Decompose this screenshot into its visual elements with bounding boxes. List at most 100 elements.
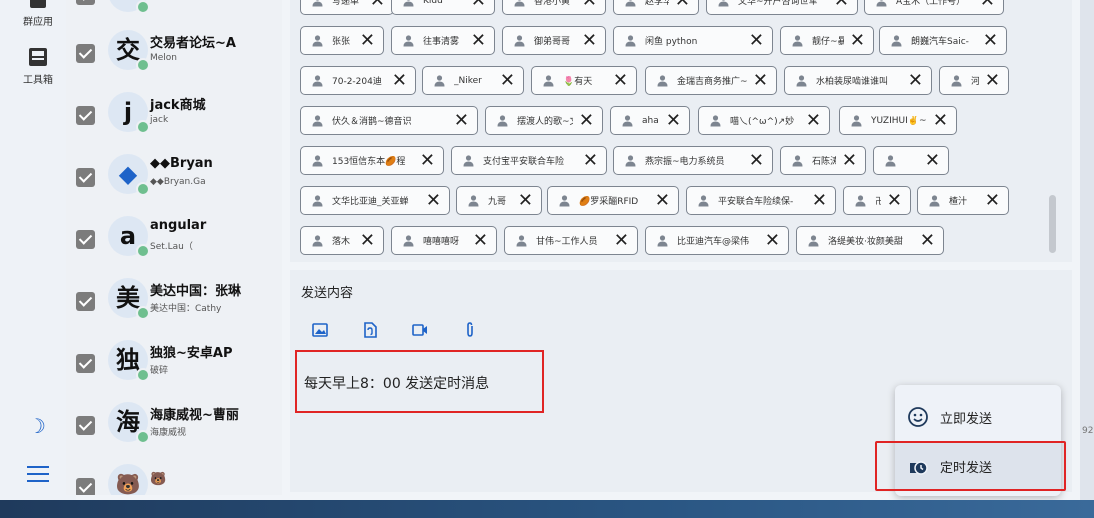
remove-icon[interactable]: ✕ [360, 31, 375, 50]
remove-icon[interactable]: ✕ [925, 151, 940, 170]
recipient-tag[interactable]: 文华比亚迪_关亚蝉 ✕ [300, 186, 450, 215]
remove-icon[interactable]: ✕ [579, 111, 594, 130]
recipient-tag[interactable]: 支付宝平安联合车险 ✕ [451, 146, 607, 175]
remove-icon[interactable]: ✕ [370, 0, 385, 10]
remove-icon[interactable]: ✕ [980, 0, 995, 10]
recipient-tag[interactable]: 落木 ✕ [300, 226, 384, 255]
remove-icon[interactable]: ✕ [753, 71, 768, 90]
contact-checkbox[interactable] [76, 230, 95, 249]
recipient-tag[interactable]: 往事清雾 ✕ [391, 26, 495, 55]
rail-item-toolbox[interactable]: 工具箱 [8, 46, 68, 86]
remove-icon[interactable]: ✕ [666, 111, 681, 130]
recipient-tag[interactable]: 153恒信东本🏉程 ✕ [300, 146, 444, 175]
recipient-tag[interactable]: A宝木（工作号） ✕ [864, 0, 1004, 15]
recipient-tag[interactable]: _Niker ✕ [422, 66, 524, 95]
recipient-tag[interactable]: 靓仔~暴鸡电竞 ✕ [780, 26, 874, 55]
contact-item[interactable]: 独 独狼~安卓AP 破碎 [66, 332, 282, 394]
menu-icon[interactable] [27, 466, 49, 487]
remove-icon[interactable]: ✕ [426, 191, 441, 210]
remove-icon[interactable]: ✕ [908, 71, 923, 90]
contact-checkbox[interactable] [76, 0, 95, 5]
remove-icon[interactable]: ✕ [583, 151, 598, 170]
remove-icon[interactable]: ✕ [471, 31, 486, 50]
message-input[interactable]: 每天早上8：00 发送定时消息 [304, 373, 489, 393]
remove-icon[interactable]: ✕ [749, 151, 764, 170]
remove-icon[interactable]: ✕ [812, 191, 827, 210]
remove-icon[interactable]: ✕ [392, 71, 407, 90]
recipient-tag[interactable]: ✕ [873, 146, 949, 175]
remove-icon[interactable]: ✕ [749, 31, 764, 50]
recipient-tag[interactable]: 燕宗振~电力系统员 ✕ [613, 146, 773, 175]
contact-item[interactable]: a angular Set.Lau（ [66, 208, 282, 270]
remove-icon[interactable]: ✕ [933, 111, 948, 130]
dark-mode-icon[interactable]: ☽ [28, 414, 46, 438]
remove-icon[interactable]: ✕ [920, 231, 935, 250]
recipient-tag[interactable]: 摆渡人的歌~文山 ✕ [485, 106, 603, 135]
recipient-tag[interactable]: 文华~开户咨询世军 ✕ [706, 0, 858, 15]
recipient-tag[interactable]: Kidd ✕ [391, 0, 495, 15]
recipient-tag[interactable]: 嘻嘻嘻呀 ✕ [391, 226, 497, 255]
recipient-tag[interactable]: 朗巍汽车Saic- ✕ [879, 26, 1007, 55]
remove-icon[interactable]: ✕ [420, 151, 435, 170]
remove-icon[interactable]: ✕ [983, 31, 998, 50]
remove-icon[interactable]: ✕ [834, 0, 849, 10]
contact-item[interactable]: ◆ ◆◆Bryan ◆◆Bryan.Ga [66, 146, 282, 208]
recipient-tag[interactable]: 伏久＆消鹊~德音识 ✕ [300, 106, 478, 135]
remove-icon[interactable]: ✕ [471, 0, 486, 10]
remove-icon[interactable]: ✕ [985, 191, 1000, 210]
remove-icon[interactable]: ✕ [582, 0, 597, 10]
recipient-tag[interactable]: 70-2-204迪 ✕ [300, 66, 416, 95]
recipient-tag[interactable]: YUZIHUI✌️~ ✕ [839, 106, 957, 135]
remove-icon[interactable]: ✕ [473, 231, 488, 250]
tags-scrollbar[interactable] [1049, 195, 1056, 253]
recipient-tag[interactable]: 赵李华 ✕ [613, 0, 699, 15]
remove-icon[interactable]: ✕ [614, 231, 629, 250]
contact-checkbox[interactable] [76, 106, 95, 125]
remove-icon[interactable]: ✕ [675, 0, 690, 10]
recipient-tag[interactable]: 楂汁 ✕ [917, 186, 1009, 215]
recipient-tag[interactable]: 御弟哥哥 ✕ [502, 26, 606, 55]
contact-item[interactable]: 🐻 🐻 [66, 456, 282, 495]
recipient-tag[interactable]: aha ✕ [610, 106, 690, 135]
remove-icon[interactable]: ✕ [518, 191, 533, 210]
remove-icon[interactable]: ✕ [842, 151, 857, 170]
recipient-tag[interactable]: 洛缇美妆·妆颜美甜 ✕ [796, 226, 944, 255]
recipient-tag[interactable]: 石陈涛 ✕ [780, 146, 866, 175]
contact-checkbox[interactable] [76, 292, 95, 311]
remove-icon[interactable]: ✕ [806, 111, 821, 130]
recipient-tag[interactable]: 🏉罗采酾RFID ✕ [547, 186, 679, 215]
recipient-tag[interactable]: 河图 ✕ [939, 66, 1009, 95]
video-icon[interactable] [412, 322, 428, 338]
recipient-tag[interactable]: 香港小黄 ✕ [502, 0, 606, 15]
remove-icon[interactable]: ✕ [454, 111, 469, 130]
contact-checkbox[interactable] [76, 416, 95, 435]
rail-item-group-apps[interactable]: 群应用 [8, 0, 68, 28]
image-icon[interactable] [312, 322, 328, 338]
recipient-tag[interactable]: 写递单 ✕ [300, 0, 394, 15]
recipient-tag[interactable]: 🌷有天 ✕ [531, 66, 637, 95]
recipient-tag[interactable]: 九哥 ✕ [456, 186, 542, 215]
recipient-tag[interactable]: 金瑞吉商务推广~丙 ✕ [645, 66, 777, 95]
contact-item[interactable]: 海 海康威视~曹丽 海康威视 [66, 394, 282, 456]
attachment-icon[interactable] [462, 322, 478, 338]
contact-item[interactable]: 交 交易者论坛~A Melon [66, 22, 282, 84]
remove-icon[interactable]: ✕ [850, 31, 865, 50]
remove-icon[interactable]: ✕ [500, 71, 515, 90]
remove-icon[interactable]: ✕ [582, 31, 597, 50]
recipient-tag[interactable]: 喵乀(^ω^)↗妙 ✕ [698, 106, 830, 135]
remove-icon[interactable]: ✕ [655, 191, 670, 210]
remove-icon[interactable]: ✕ [985, 71, 1000, 90]
send-now-button[interactable]: 立即发送 [895, 394, 1061, 440]
contact-item[interactable]: 美 美达中国：张琳 美达中国：Cathy [66, 270, 282, 332]
recipient-tag[interactable]: 卍 ✕ [843, 186, 911, 215]
recipient-tag[interactable]: 甘伟~工作人员 ✕ [504, 226, 638, 255]
contact-checkbox[interactable] [76, 44, 95, 63]
remove-icon[interactable]: ✕ [613, 71, 628, 90]
remove-icon[interactable]: ✕ [887, 191, 902, 210]
recipient-tag[interactable]: 平安联合车险续保- ✕ [686, 186, 836, 215]
remove-icon[interactable]: ✕ [765, 231, 780, 250]
recipient-tag[interactable]: 闲鱼 python ✕ [613, 26, 773, 55]
remove-icon[interactable]: ✕ [360, 231, 375, 250]
file-icon[interactable] [362, 322, 378, 338]
recipient-tag[interactable]: 张张 ✕ [300, 26, 384, 55]
